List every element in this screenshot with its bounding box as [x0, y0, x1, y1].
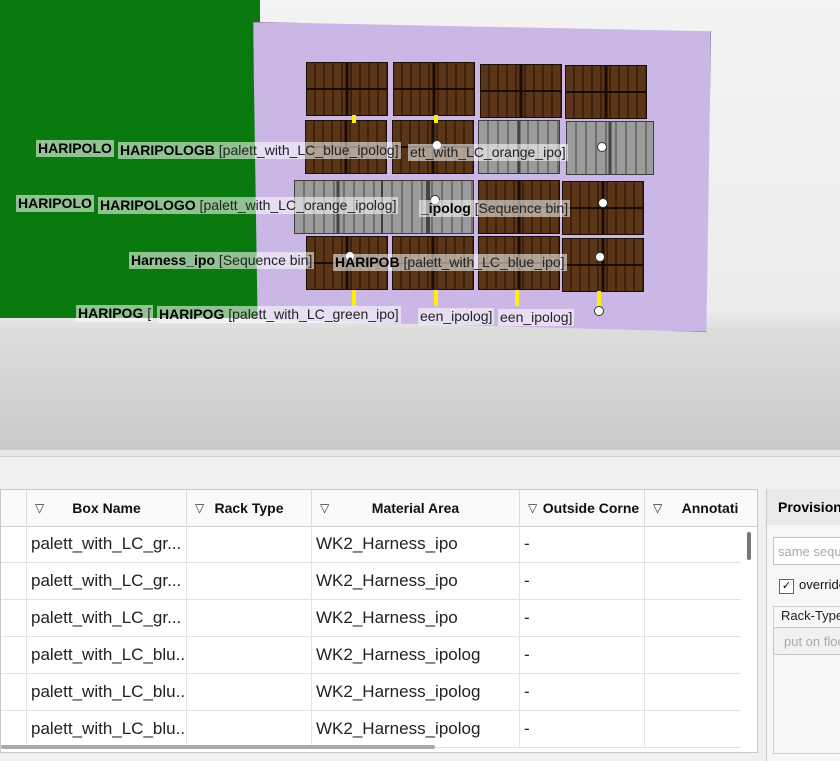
table-row[interactable]: palett_with_LC_gr... WK2_Harness_ipo -	[1, 562, 741, 600]
annotation-cell	[645, 562, 741, 599]
box-table: ▽ Box Name ▽ Rack Type ▽ Material Area ▽…	[0, 489, 758, 753]
column-header-outside-corner[interactable]: ▽ Outside Corne	[520, 490, 645, 526]
box-name-cell: palett_with_LC_blu...	[27, 673, 187, 710]
annotation-cell	[645, 710, 741, 747]
rack-post	[434, 115, 438, 123]
row-select-cell[interactable]	[1, 636, 27, 673]
bin-label: HARIPOLO	[16, 195, 94, 212]
bin-label: HARIPOLOGB [palett_with_LC_blue_ipolog]	[118, 142, 401, 159]
rack-post	[352, 115, 356, 123]
bin-label: HARIPOLOGO [palett_with_LC_orange_ipolog…	[98, 197, 399, 214]
sequence-input[interactable]: same seque	[773, 537, 840, 565]
provision-panel: Provision same seque ✓ override Rack-Typ…	[766, 489, 840, 761]
green-wall	[0, 0, 260, 318]
rack-type-combo[interactable]: put on floo	[773, 627, 840, 655]
pallet-brown[interactable]	[306, 62, 388, 116]
filter-icon[interactable]: ▽	[528, 490, 537, 526]
box-name-cell: palett_with_LC_blu...	[27, 636, 187, 673]
rack-type-cell	[187, 562, 312, 599]
material-area-cell: WK2_Harness_ipolog	[312, 636, 520, 673]
location-marker[interactable]	[598, 198, 608, 208]
vertical-scrollbar[interactable]	[747, 532, 751, 560]
filter-icon[interactable]: ▽	[195, 490, 204, 526]
annotation-cell	[645, 673, 741, 710]
rack-type-cell	[187, 525, 312, 562]
override-label: override	[799, 577, 840, 592]
horizontal-scrollbar[interactable]	[1, 745, 435, 749]
annotation-cell	[645, 525, 741, 562]
table-row[interactable]: palett_with_LC_blu... WK2_Harness_ipolog…	[1, 636, 741, 674]
column-header-annotation[interactable]: ▽ Annotati	[645, 490, 757, 526]
material-area-cell: WK2_Harness_ipo	[312, 599, 520, 636]
rack-post	[515, 290, 519, 306]
annotation-cell	[645, 636, 741, 673]
row-select-cell[interactable]	[1, 673, 27, 710]
bin-label: Harness_ipo [Sequence bin]	[129, 252, 315, 269]
table-row[interactable]: palett_with_LC_gr... WK2_Harness_ipo -	[1, 525, 741, 563]
location-marker[interactable]	[595, 252, 605, 262]
table-row[interactable]: palett_with_LC_blu... WK2_Harness_ipolog…	[1, 673, 741, 711]
column-header-material-area[interactable]: ▽ Material Area	[312, 490, 520, 526]
box-name-cell: palett_with_LC_gr...	[27, 525, 187, 562]
bin-label: een_ipolog]	[498, 309, 575, 326]
column-header-box-name[interactable]: ▽ Box Name	[27, 490, 187, 526]
bin-label: _ipolog [Sequence bin]	[419, 200, 571, 217]
annotation-cell	[645, 599, 741, 636]
row-select-cell[interactable]	[1, 710, 27, 747]
outside-corner-cell: -	[520, 673, 645, 710]
row-select-cell[interactable]	[1, 599, 27, 636]
bin-label: HARIPOG [palett_with_LC_green_ipo]	[157, 306, 401, 323]
bin-label: HARIPOB [palett_with_LC_blue_ipo]	[333, 254, 567, 271]
box-name-cell: palett_with_LC_gr...	[27, 599, 187, 636]
provision-title: Provision	[767, 489, 840, 525]
outside-corner-cell: -	[520, 525, 645, 562]
filter-icon[interactable]: ▽	[653, 490, 662, 526]
rack-post	[352, 290, 356, 306]
table-row[interactable]: palett_with_LC_blu... WK2_Harness_ipolog…	[1, 710, 741, 748]
override-checkbox[interactable]: ✓	[779, 579, 794, 594]
rack-type-label: Rack-Type	[781, 608, 840, 623]
outside-corner-cell: -	[520, 562, 645, 599]
pallet-brown[interactable]	[565, 65, 647, 119]
rack-type-cell	[187, 710, 312, 747]
pallet-brown[interactable]	[562, 181, 644, 235]
pallet-brown[interactable]	[393, 62, 475, 116]
table-header: ▽ Box Name ▽ Rack Type ▽ Material Area ▽…	[1, 490, 757, 527]
bin-label: een_ipolog]	[418, 308, 495, 325]
row-select-cell[interactable]	[1, 525, 27, 562]
pallet-brown[interactable]	[562, 238, 644, 292]
bin-label: HARIPOLO	[36, 140, 114, 157]
filter-icon[interactable]: ▽	[320, 490, 329, 526]
filter-icon[interactable]: ▽	[35, 490, 44, 526]
rack-type-cell	[187, 636, 312, 673]
panel-splitter[interactable]	[0, 449, 840, 457]
rack-post	[597, 291, 601, 307]
bin-label: ett_with_LC_orange_ipo]	[408, 144, 568, 161]
3d-viewport[interactable]: HARIPOLO HARIPOLOGB [palett_with_LC_blue…	[0, 0, 840, 449]
pallet-brown[interactable]	[480, 64, 562, 118]
material-area-cell: WK2_Harness_ipo	[312, 525, 520, 562]
pallet-gray[interactable]	[566, 121, 654, 175]
box-name-cell: palett_with_LC_blu...	[27, 710, 187, 747]
box-name-cell: palett_with_LC_gr...	[27, 562, 187, 599]
column-header-rack-type[interactable]: ▽ Rack Type	[187, 490, 312, 526]
row-select-cell[interactable]	[1, 562, 27, 599]
location-marker[interactable]	[597, 142, 607, 152]
material-area-cell: WK2_Harness_ipolog	[312, 710, 520, 747]
rack-type-cell	[187, 599, 312, 636]
material-area-cell: WK2_Harness_ipolog	[312, 673, 520, 710]
table-row[interactable]: palett_with_LC_gr... WK2_Harness_ipo -	[1, 599, 741, 637]
rack-post	[434, 290, 438, 306]
column-header-select[interactable]	[1, 490, 27, 526]
location-marker[interactable]	[594, 306, 604, 316]
material-area-cell: WK2_Harness_ipo	[312, 562, 520, 599]
outside-corner-cell: -	[520, 636, 645, 673]
rack-type-cell	[187, 673, 312, 710]
outside-corner-cell: -	[520, 599, 645, 636]
bin-label: HARIPOG [	[76, 305, 154, 322]
outside-corner-cell: -	[520, 710, 645, 747]
